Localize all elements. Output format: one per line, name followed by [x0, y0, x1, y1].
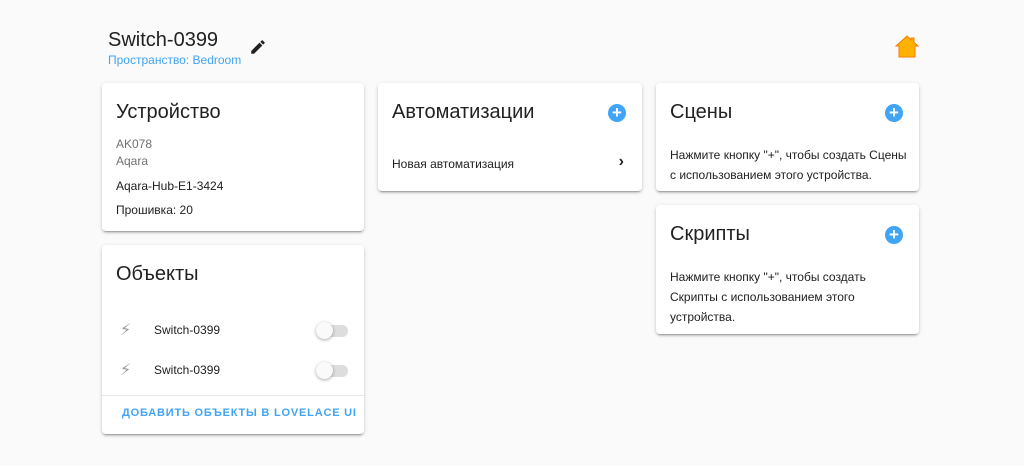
scenes-card: Сцены + Нажмите кнопку "+", чтобы создат…	[656, 83, 919, 191]
scenes-hint: Нажмите кнопку "+", чтобы создать Сцены …	[670, 148, 907, 182]
chevron-right-icon: ›	[618, 153, 624, 170]
entity-toggle[interactable]	[316, 322, 348, 339]
automations-card-title: Автоматизации	[392, 101, 535, 123]
home-icon[interactable]	[894, 34, 920, 65]
entity-name: Switch-0399	[154, 323, 221, 337]
entities-card: Объекты ⚡︎ Switch-0399 ⚡︎ Switch-0399 ДО…	[102, 245, 364, 434]
flash-icon: ⚡︎	[120, 322, 132, 339]
scenes-card-title: Сцены	[670, 101, 733, 123]
entities-card-title: Объекты	[116, 263, 199, 285]
add-automation-button[interactable]: +	[608, 104, 626, 122]
scripts-card-title: Скрипты	[670, 223, 750, 245]
scripts-card: Скрипты + Нажмите кнопку "+", чтобы созд…	[656, 205, 919, 334]
device-card-title: Устройство	[116, 101, 221, 123]
page-title: Switch-0399	[108, 29, 219, 51]
flash-icon: ⚡︎	[120, 362, 132, 379]
entity-name: Switch-0399	[154, 363, 221, 377]
device-firmware: Прошивка: 20	[116, 203, 193, 217]
entity-toggle[interactable]	[316, 362, 348, 379]
device-via-link[interactable]: Aqara-Hub-E1-3424	[116, 176, 223, 196]
device-card: Устройство AK078 Aqara Aqara-Hub-E1-3424…	[102, 83, 364, 231]
automation-name: Новая автоматизация	[392, 157, 515, 171]
scripts-hint: Нажмите кнопку "+", чтобы создать Скрипт…	[670, 270, 866, 324]
area-link[interactable]: Пространство: Bedroom	[108, 53, 241, 67]
device-manufacturer: Aqara	[116, 154, 149, 168]
add-to-lovelace-button[interactable]: ДОБАВИТЬ ОБЪЕКТЫ В LOVELACE UI	[122, 407, 357, 419]
add-scene-button[interactable]: +	[885, 104, 903, 122]
automations-card: Автоматизации + Новая автоматизация ›	[378, 83, 642, 191]
edit-icon[interactable]	[249, 38, 267, 61]
device-model: AK078	[116, 137, 153, 151]
divider	[102, 395, 364, 396]
add-script-button[interactable]: +	[885, 226, 903, 244]
